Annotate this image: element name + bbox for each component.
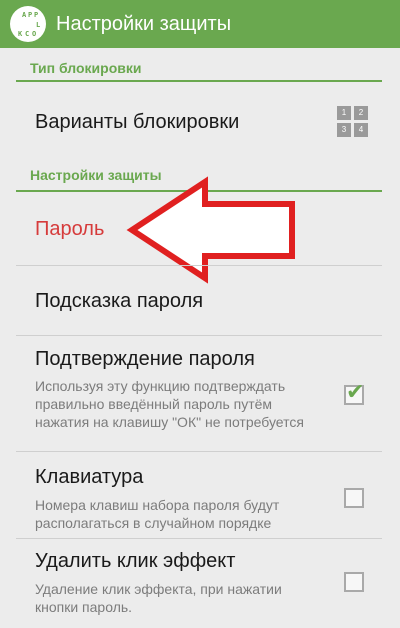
divider xyxy=(16,335,382,336)
pref-title: Подтверждение пароля xyxy=(35,348,255,370)
checkmark-icon: ✔ xyxy=(346,379,365,404)
red-arrow-annotation xyxy=(126,176,295,284)
keyboard-checkbox[interactable] xyxy=(344,488,364,508)
divider xyxy=(16,265,382,266)
confirm-checkbox[interactable]: ✔ xyxy=(344,381,364,405)
pref-summary: Используя эту функцию подтверждать прави… xyxy=(35,378,304,430)
click-effect-checkbox[interactable] xyxy=(344,572,364,592)
divider xyxy=(16,538,382,539)
pref-title: Подсказка пароля xyxy=(35,290,204,312)
pref-summary: Номера клавиш набора пароля будут распол… xyxy=(35,497,280,531)
pref-title: Удалить клик эффект xyxy=(35,550,236,572)
pref-summary: Удаление клик эффекта, при нажатии кнопк… xyxy=(35,581,282,615)
divider xyxy=(16,451,382,452)
pref-title: Клавиатура xyxy=(35,466,144,488)
